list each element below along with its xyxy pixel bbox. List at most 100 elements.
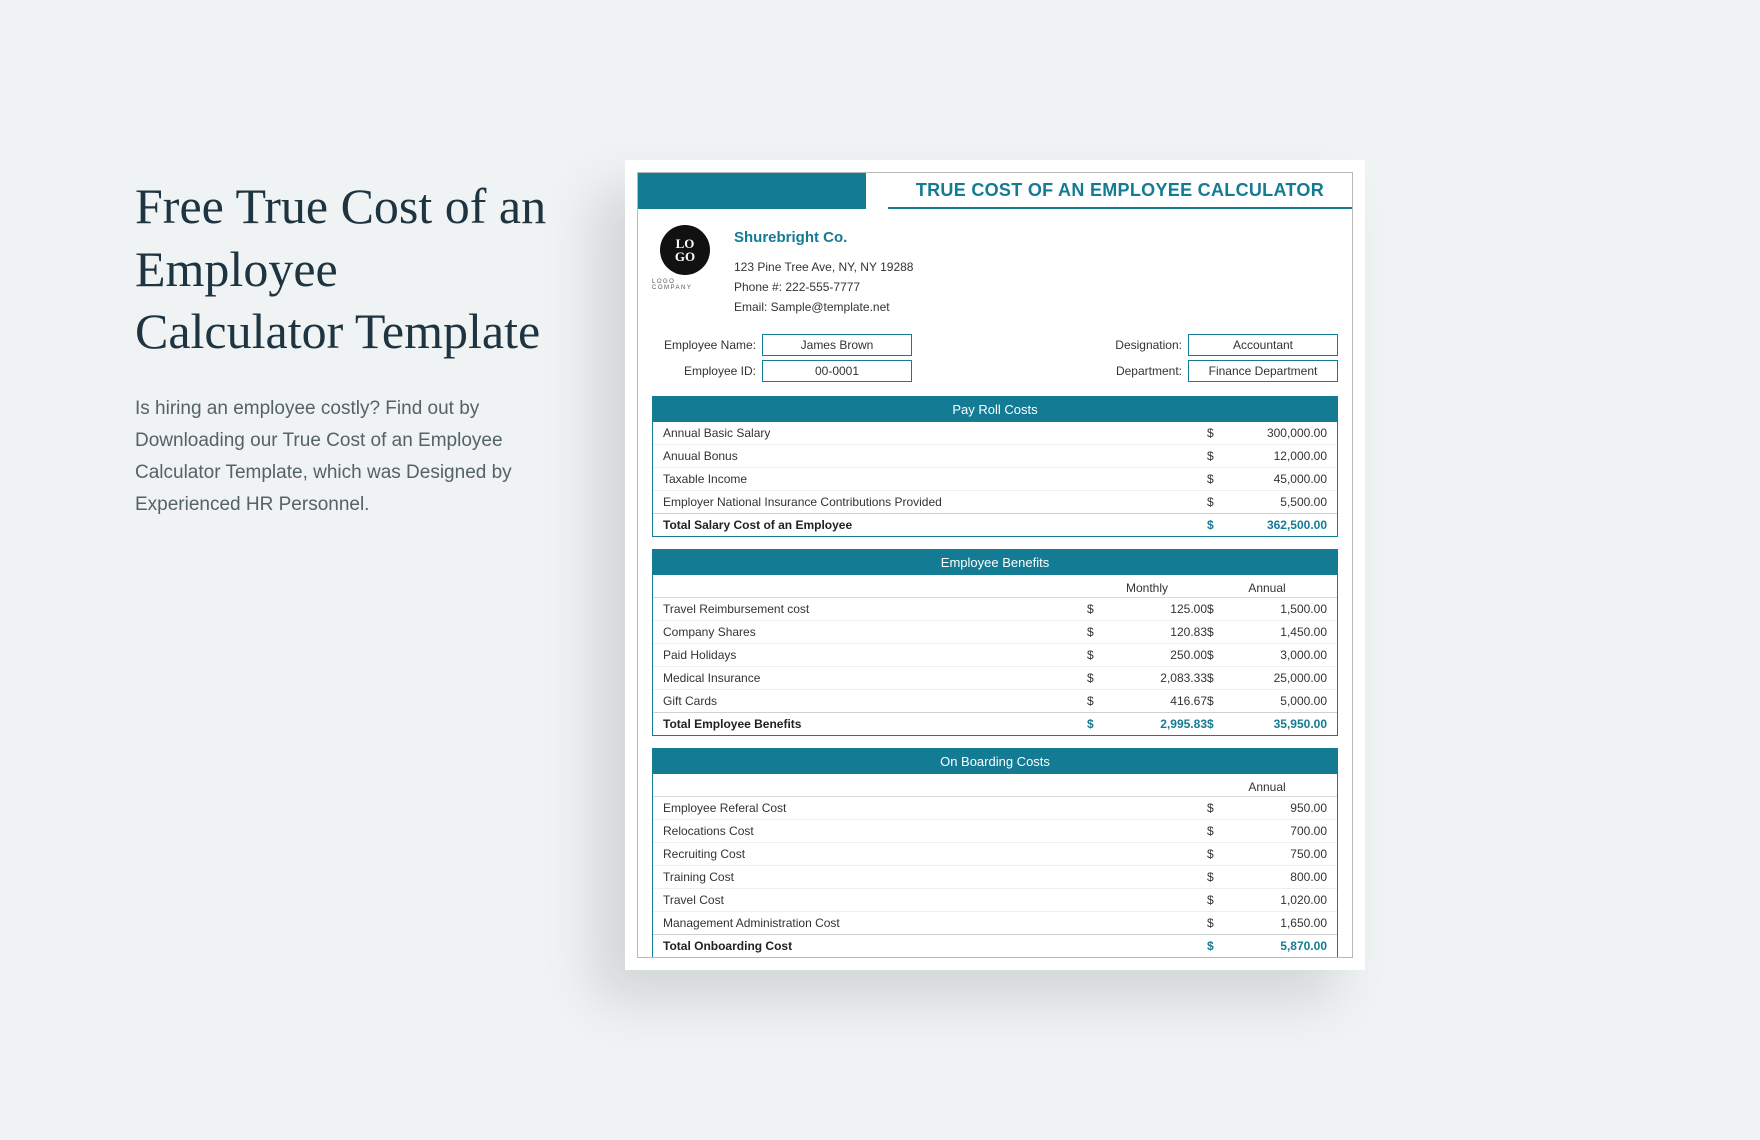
table-row: Employee Referal Cost$950.00 [653,797,1337,819]
employee-id-row: Employee ID: 00-0001 [652,360,912,382]
row-monthly: $120.83 [1087,625,1207,639]
section-payroll-title: Pay Roll Costs [653,397,1337,422]
row-annual: $5,000.00 [1207,694,1327,708]
row-label: Employer National Insurance Contribution… [663,495,1207,509]
table-row: Travel Reimbursement cost$125.00$1,500.0… [653,598,1337,620]
table-row: Gift Cards$416.67$5,000.00 [653,689,1337,712]
header-spacer [866,173,887,209]
row-label: Anuual Bonus [663,449,1207,463]
logo-subtext: LOGO COMPANY [652,279,718,291]
company-phone: Phone #: 222-555-7777 [734,277,913,297]
row-label: Management Administration Cost [663,916,1207,930]
onboarding-total-label: Total Onboarding Cost [663,939,1207,953]
row-monthly: $250.00 [1087,648,1207,662]
benefits-total-annual: $35,950.00 [1207,717,1327,731]
company-name: Shurebright Co. [734,225,913,251]
benefits-total-monthly: $2,995.83 [1087,717,1207,731]
row-label: Training Cost [663,870,1207,884]
row-label: Medical Insurance [663,671,1087,685]
designation-label: Designation: [1078,338,1188,352]
row-label: Gift Cards [663,694,1087,708]
row-annual: $300,000.00 [1207,426,1327,440]
employee-grid: Employee Name: James Brown Employee ID: … [638,332,1352,396]
row-label: Paid Holidays [663,648,1087,662]
page-title: Free True Cost of an Employee Calculator… [135,175,555,363]
table-row: Recruiting Cost$750.00 [653,842,1337,865]
row-annual: $750.00 [1207,847,1327,861]
employee-right-col: Designation: Accountant Department: Fina… [1078,334,1338,382]
row-annual: $3,000.00 [1207,648,1327,662]
table-row: Company Shares$120.83$1,450.00 [653,620,1337,643]
company-block: LOGO LOGO COMPANY Shurebright Co. 123 Pi… [638,209,1352,332]
table-row: Medical Insurance$2,083.33$25,000.00 [653,666,1337,689]
row-annual: $12,000.00 [1207,449,1327,463]
table-row: Annual Basic Salary$300,000.00 [653,422,1337,444]
table-row: Management Administration Cost$1,650.00 [653,911,1337,934]
document-border: TRUE COST OF AN EMPLOYEE CALCULATOR LOGO… [637,172,1353,958]
logo-icon: LOGO LOGO COMPANY [652,225,718,318]
company-info: Shurebright Co. 123 Pine Tree Ave, NY, N… [734,225,913,318]
row-label: Travel Cost [663,893,1207,907]
row-label: Relocations Cost [663,824,1207,838]
row-annual: $1,450.00 [1207,625,1327,639]
row-annual: $950.00 [1207,801,1327,815]
table-row: Anuual Bonus$12,000.00 [653,444,1337,467]
row-annual: $1,500.00 [1207,602,1327,616]
row-annual: $45,000.00 [1207,472,1327,486]
company-address: 123 Pine Tree Ave, NY, NY 19288 [734,257,913,277]
benefits-subheader: Monthly Annual [653,575,1337,598]
onboarding-total-annual: $5,870.00 [1207,939,1327,953]
table-row: Employer National Insurance Contribution… [653,490,1337,513]
benefits-col-monthly: Monthly [1087,581,1207,595]
row-label: Taxable Income [663,472,1207,486]
table-row: Taxable Income$45,000.00 [653,467,1337,490]
row-label: Travel Reimbursement cost [663,602,1087,616]
benefits-total-label: Total Employee Benefits [663,717,1087,731]
row-label: Recruiting Cost [663,847,1207,861]
row-label: Employee Referal Cost [663,801,1207,815]
row-monthly: $2,083.33 [1087,671,1207,685]
benefits-col-annual: Annual [1207,581,1327,595]
department-row: Department: Finance Department [1078,360,1338,382]
row-annual: $25,000.00 [1207,671,1327,685]
header-accent [638,173,866,209]
left-panel: Free True Cost of an Employee Calculator… [135,175,555,522]
section-benefits-title: Employee Benefits [653,550,1337,575]
doc-header: TRUE COST OF AN EMPLOYEE CALCULATOR [638,173,1352,209]
row-label: Company Shares [663,625,1087,639]
row-annual: $5,500.00 [1207,495,1327,509]
company-email: Email: Sample@template.net [734,297,913,317]
row-monthly: $416.67 [1087,694,1207,708]
page-description: Is hiring an employee costly? Find out b… [135,393,555,522]
onboarding-total-row: Total Onboarding Cost $5,870.00 [653,934,1337,957]
table-row: Paid Holidays$250.00$3,000.00 [653,643,1337,666]
onboarding-col-annual: Annual [1207,780,1327,794]
row-annual: $700.00 [1207,824,1327,838]
table-row: Relocations Cost$700.00 [653,819,1337,842]
payroll-total-row: Total Salary Cost of an Employee $362,50… [653,513,1337,536]
row-annual: $1,650.00 [1207,916,1327,930]
document-preview: TRUE COST OF AN EMPLOYEE CALCULATOR LOGO… [625,160,1365,970]
employee-name-row: Employee Name: James Brown [652,334,912,356]
payroll-total-annual: $362,500.00 [1207,518,1327,532]
designation-row: Designation: Accountant [1078,334,1338,356]
onboarding-subheader: Annual [653,774,1337,797]
designation-value: Accountant [1188,334,1338,356]
employee-id-value: 00-0001 [762,360,912,382]
row-monthly: $125.00 [1087,602,1207,616]
employee-name-value: James Brown [762,334,912,356]
row-annual: $1,020.00 [1207,893,1327,907]
employee-left-col: Employee Name: James Brown Employee ID: … [652,334,912,382]
logo-circle: LOGO [660,225,710,275]
payroll-total-label: Total Salary Cost of an Employee [663,518,1207,532]
department-value: Finance Department [1188,360,1338,382]
section-onboarding-title: On Boarding Costs [653,749,1337,774]
employee-name-label: Employee Name: [652,338,762,352]
doc-title: TRUE COST OF AN EMPLOYEE CALCULATOR [888,173,1352,209]
section-benefits: Employee Benefits Monthly Annual Travel … [652,549,1338,736]
benefits-total-row: Total Employee Benefits $2,995.83 $35,95… [653,712,1337,735]
table-row: Travel Cost$1,020.00 [653,888,1337,911]
row-label: Annual Basic Salary [663,426,1207,440]
employee-id-label: Employee ID: [652,364,762,378]
table-row: Training Cost$800.00 [653,865,1337,888]
